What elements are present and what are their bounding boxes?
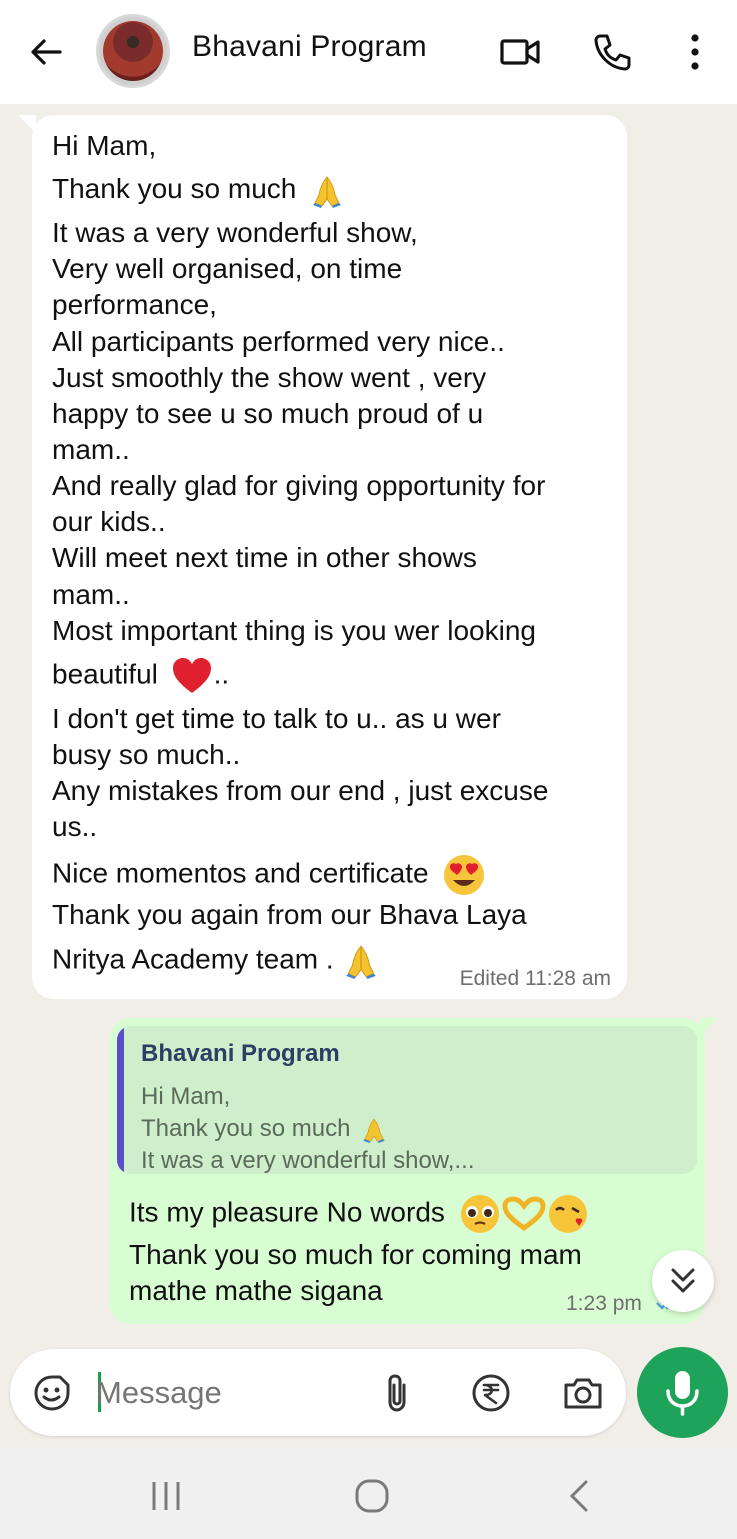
message-timestamp: 1:23 pm xyxy=(566,1292,642,1315)
folded-hands-emoji-icon xyxy=(313,175,342,208)
folded-hands-emoji-icon xyxy=(346,945,377,979)
quoted-text: Thank you so much xyxy=(141,1115,351,1142)
message-line: I don't get time to talk to u.. as u wer xyxy=(52,703,501,734)
avatar[interactable] xyxy=(96,14,170,88)
video-call-icon[interactable] xyxy=(498,30,542,74)
double-chevron-down-icon xyxy=(671,1268,695,1293)
recent-apps-icon[interactable] xyxy=(146,1476,186,1516)
message-line: Just smoothly the show went , very xyxy=(52,362,487,393)
message-line: Nritya Academy team . xyxy=(52,941,379,981)
message-text: Nritya Academy team . xyxy=(52,943,334,975)
message-line: mam.. xyxy=(52,579,130,610)
message-line: All participants performed very nice.. xyxy=(52,326,505,357)
attach-icon[interactable] xyxy=(376,1371,420,1415)
message-text: Its my pleasure No words xyxy=(129,1196,445,1228)
outgoing-message-bubble[interactable]: Bhavani Program Hi Mam, Thank you so muc… xyxy=(109,1018,705,1324)
scroll-to-bottom-button[interactable] xyxy=(652,1250,714,1312)
home-icon[interactable] xyxy=(352,1476,392,1516)
quoted-message[interactable]: Bhavani Program Hi Mam, Thank you so muc… xyxy=(117,1026,697,1174)
message-text: .. xyxy=(213,658,230,690)
quoted-line: Thank you so much xyxy=(141,1115,387,1144)
message-line: Thank you so much xyxy=(52,172,344,209)
voice-message-button[interactable] xyxy=(637,1347,728,1438)
folded-hands-emoji-icon xyxy=(363,1118,385,1143)
message-line: Will meet next time in other shows xyxy=(52,542,477,573)
message-line: beautiful .. xyxy=(52,656,229,696)
message-line: our kids.. xyxy=(52,506,166,537)
contact-name[interactable]: Bhavani Program xyxy=(192,30,427,64)
camera-icon[interactable] xyxy=(561,1371,605,1415)
quoted-line: It was a very wonderful show,... xyxy=(141,1147,475,1174)
message-line: Any mistakes from our end , just excuse xyxy=(52,775,549,806)
message-line: Very well organised, on time xyxy=(52,253,403,284)
pleading-face-emoji-icon xyxy=(460,1195,499,1233)
quoted-sender: Bhavani Program xyxy=(141,1040,340,1067)
heart-hands-emoji-icon xyxy=(502,1196,546,1232)
message-composer xyxy=(10,1349,626,1436)
message-input[interactable] xyxy=(96,1367,356,1419)
quote-accent-bar xyxy=(117,1026,124,1174)
message-line: Thank you so much for coming mam xyxy=(129,1239,582,1270)
message-text: beautiful xyxy=(52,658,158,690)
back-arrow-icon[interactable] xyxy=(26,32,66,72)
message-line: Nice momentos and certificate xyxy=(52,853,486,897)
message-line: Its my pleasure No words xyxy=(129,1193,589,1235)
message-line: And really glad for giving opportunity f… xyxy=(52,470,546,501)
red-heart-emoji-icon xyxy=(172,658,211,693)
sticker-icon[interactable] xyxy=(30,1371,74,1415)
message-line: Hi Mam, xyxy=(52,130,157,161)
more-vert-icon[interactable] xyxy=(673,30,717,74)
heart-eyes-emoji-icon xyxy=(444,855,485,895)
message-text: Thank you so much xyxy=(52,173,297,204)
system-navigation-bar xyxy=(0,1448,737,1539)
face-blowing-kiss-emoji-icon xyxy=(548,1195,587,1233)
message-timestamp: Edited 11:28 am xyxy=(459,967,611,990)
chat-header: Bhavani Program xyxy=(0,0,737,104)
message-line: It was a very wonderful show, xyxy=(52,217,418,248)
message-line: Most important thing is you wer looking xyxy=(52,615,536,646)
quoted-line: Hi Mam, xyxy=(141,1083,231,1110)
phone-icon[interactable] xyxy=(590,30,634,74)
message-line: mam.. xyxy=(52,434,130,465)
message-line: busy so much.. xyxy=(52,739,241,770)
message-text: Nice momentos and certificate xyxy=(52,857,429,889)
message-line: mathe mathe sigana xyxy=(129,1275,383,1306)
nav-back-icon[interactable] xyxy=(560,1476,600,1516)
incoming-message-bubble[interactable]: Hi Mam, Thank you so much It was a very … xyxy=(32,115,627,999)
message-line: happy to see u so much proud of u xyxy=(52,398,484,429)
rupee-payment-icon[interactable] xyxy=(469,1371,513,1415)
message-line: performance, xyxy=(52,289,217,320)
message-line: us.. xyxy=(52,811,98,842)
message-line: Thank you again from our Bhava Laya xyxy=(52,899,527,930)
mic-icon xyxy=(666,1371,699,1416)
